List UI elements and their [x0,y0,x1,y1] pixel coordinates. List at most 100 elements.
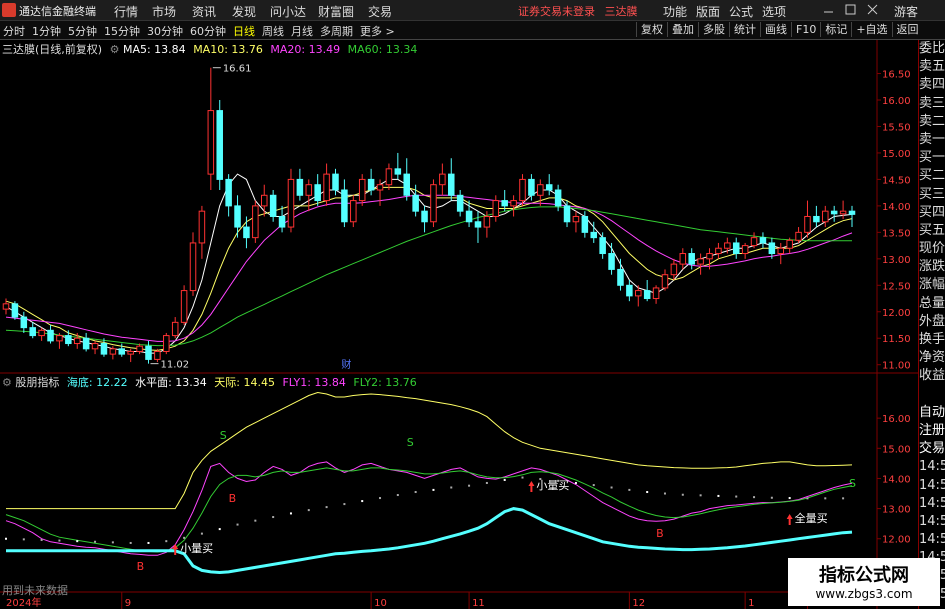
menu-item[interactable]: 行情 [112,3,140,20]
candle-body [528,178,535,196]
horizon-dot [646,491,649,494]
tab-more[interactable]: 更多 > [360,23,395,39]
indicator-gear-icon[interactable]: ⚙ [2,376,12,389]
tool-add-fav[interactable]: +自选 [851,22,891,37]
sidebar-label: 14:55 [919,477,945,493]
candle-body [795,231,802,241]
candle-body [830,210,838,215]
tool-draw[interactable]: 画线 [760,22,791,37]
candle-body [314,184,321,202]
horizon-dot [521,476,524,479]
tool-mark[interactable]: 标记 [820,22,851,37]
menu-item[interactable]: 选项 [762,3,786,20]
chart-area[interactable]: 16.61 11.02 11.00 11.50 12.00 12.50 13.00 13.5… [0,40,918,609]
candle-body [732,242,740,255]
candle-body [483,215,491,228]
price-tick-label: 14.00 [882,202,911,213]
horizon-dot [842,497,845,500]
candle-body [394,168,402,175]
candle-body [741,245,749,255]
tool-overlay[interactable]: 叠加 [667,22,698,37]
sell-signal: S [220,429,227,442]
gear-icon[interactable]: ⚙ [110,43,120,56]
menu-item[interactable]: 公式 [729,3,753,20]
candle-body [777,247,785,255]
tool-multi[interactable]: 多股 [698,22,729,37]
horizon-dot [414,491,417,494]
close-icon[interactable] [867,4,878,15]
price-tick-label: 12.00 [882,308,911,319]
tab-weekly[interactable]: 周线 [262,23,284,39]
menu-item[interactable]: 功能 [663,3,687,20]
candle-body [822,210,829,223]
site-watermark: 指标公式网 www.zbgs3.com [788,558,940,606]
menu-item[interactable]: 发现 [228,3,260,20]
menu-item[interactable]: 版面 [696,3,720,20]
price-tick-label: 11.50 [882,334,911,345]
sidebar-label: 卖一 [919,131,945,147]
tab-30min[interactable]: 30分钟 [147,23,183,39]
tool-back[interactable]: 返回 [891,22,923,37]
price-tick-label: 16.50 [882,70,911,81]
price-tick-label: 12.50 [882,281,911,292]
tab-daily[interactable]: 日线 [233,23,255,39]
candle-body [47,329,54,342]
sidebar-label: 买五 [919,222,945,238]
horizon-dot [22,538,25,541]
ma-line-ma60 [5,206,852,347]
horizon-dot [183,536,186,539]
guest-label[interactable]: 游客 [894,3,918,20]
sidebar-label: 净资 [919,350,945,366]
trade-status[interactable]: 证券交易未登录 三达膜 [518,3,638,19]
candle-body [73,337,81,345]
tab-monthly[interactable]: 月线 [291,23,313,39]
tab-fenshi[interactable]: 分时 [3,23,25,39]
tool-f10[interactable]: F10 [791,22,820,37]
sidebar-label: 卖二 [919,113,945,129]
candle-body [358,178,366,202]
ma-lines [5,173,853,354]
menu-item[interactable]: 市场 [148,3,180,20]
candle-body [29,327,36,337]
indicator-tick-label: 13.00 [882,505,911,516]
tab-5min[interactable]: 5分钟 [68,23,97,39]
menu-item[interactable]: 财富圈 [316,3,356,20]
horizon-dot [40,538,43,541]
menu-item[interactable]: 问小达 [268,3,308,20]
horizon-dot [788,497,791,500]
sell-signal: S [407,436,414,449]
tool-fuquan[interactable]: 复权 [636,22,667,37]
ma10-label: MA10: 13.76 [193,43,263,56]
candle-body [679,253,687,265]
main-legend-title: 三达膜(日线,前复权) [2,43,103,56]
sidebar-label: 换手 [919,332,945,347]
menu-item[interactable]: 资讯 [188,3,220,20]
candle-body [350,200,357,223]
candle-body [225,178,232,207]
tab-1min[interactable]: 1分钟 [32,23,61,39]
indicator-lines [5,391,853,575]
sidebar-label: 交易 [919,441,945,457]
indicator-legend: ⚙ 股朋指标 海底: 12.22 水平面: 13.34 天际: 14.45 FL… [2,374,421,390]
candle-body [207,110,215,175]
tab-60min[interactable]: 60分钟 [190,23,226,39]
tab-15min[interactable]: 15分钟 [104,23,140,39]
candle-body [697,258,704,265]
sidebar-label: 现价 [919,241,945,257]
watermark-title: 指标公式网 [819,565,909,586]
tab-multi[interactable]: 多周期 [320,23,353,39]
candle-body [100,343,108,355]
price-tick-label: 11.00 [882,361,911,372]
candle-body [439,173,446,186]
time-axis: 2024年910111212 [6,592,817,609]
horizon-dot [129,541,132,544]
candle-body [412,194,419,212]
sidebar-label: 总量 [919,295,945,311]
price-axis: 11.00 11.50 12.00 12.50 13.00 13.50 14.00 14.50… [877,70,911,372]
tool-stats[interactable]: 统计 [729,22,760,37]
main-legend: 三达膜(日线,前复权) ⚙ MA5: 13.84 MA10: 13.76 MA2… [2,41,421,57]
app-title: 通达信金融终端 [19,5,96,18]
maximize-icon[interactable] [845,4,856,15]
horizon-dot [111,541,114,544]
menu-item[interactable]: 交易 [364,3,396,20]
